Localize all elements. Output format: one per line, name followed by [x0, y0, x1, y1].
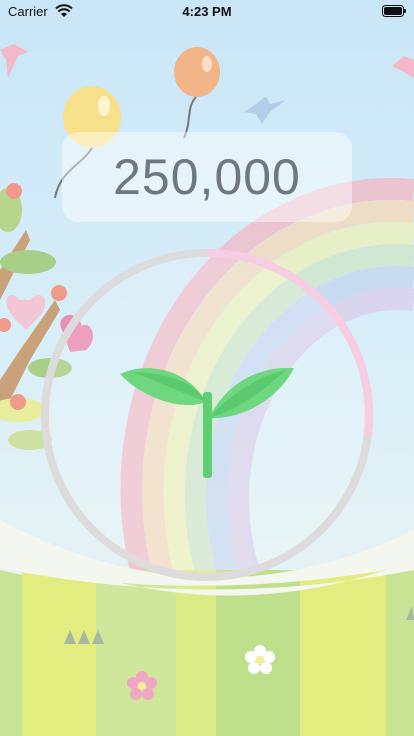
bird-pink-left	[0, 44, 28, 78]
background-scene	[0, 0, 414, 736]
battery-icon	[382, 5, 406, 17]
bird-blue	[244, 96, 286, 124]
status-bar: Carrier 4:23 PM	[0, 0, 414, 24]
counter-value: 250,000	[113, 149, 301, 205]
counter-card: 250,000	[62, 132, 352, 222]
bird-pink-right	[392, 56, 414, 78]
clock: 4:23 PM	[182, 4, 232, 19]
balloon-orange	[174, 47, 220, 139]
